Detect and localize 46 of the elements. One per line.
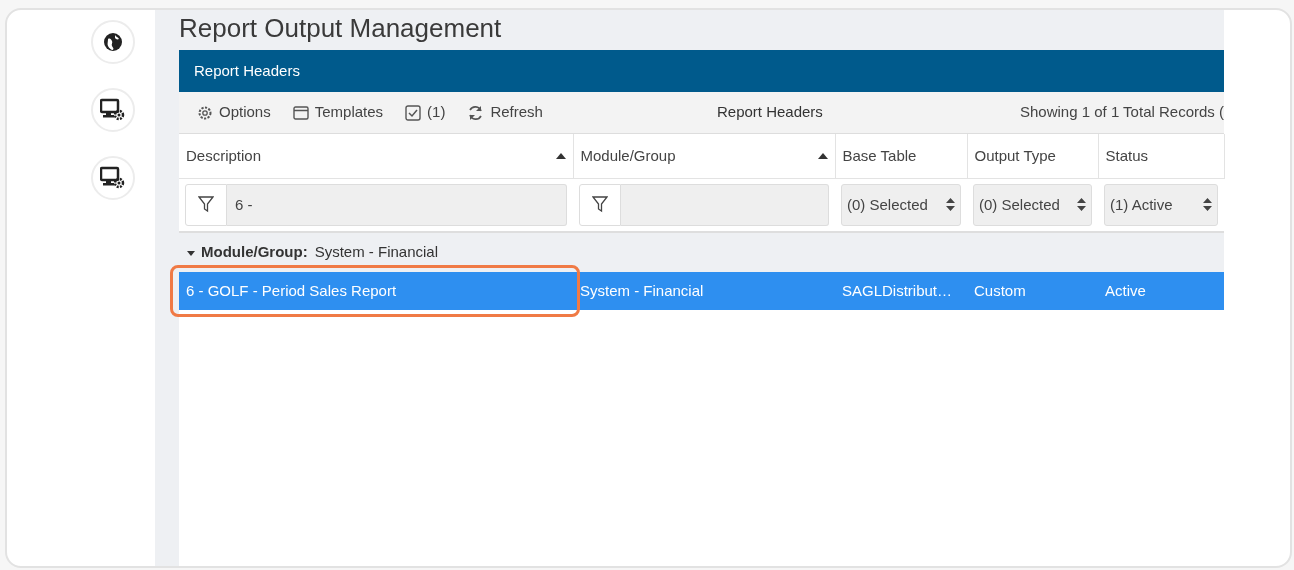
gear-icon xyxy=(197,104,213,121)
monitor-gear-button[interactable] xyxy=(91,156,135,200)
collapse-triangle-icon xyxy=(187,250,195,256)
window-button[interactable]: Templates xyxy=(286,101,390,124)
window-icon xyxy=(292,105,309,120)
filter-dropdown[interactable]: (0) Selected xyxy=(973,183,1092,226)
table-cell: Custom xyxy=(974,281,1026,299)
filter-icon xyxy=(592,196,608,214)
table-cell: Active xyxy=(1105,281,1146,299)
globe-icon xyxy=(102,31,124,53)
page-title: Report Output Management xyxy=(179,12,503,45)
column-header[interactable]: Status xyxy=(1098,134,1224,178)
column-header[interactable]: Base Table xyxy=(835,134,967,178)
sort-arrow-icon xyxy=(555,152,566,159)
group-label: Module/Group: xyxy=(201,243,308,261)
gear-button[interactable]: Options xyxy=(191,101,277,124)
column-header[interactable]: Output Type xyxy=(967,134,1098,178)
filter-button[interactable] xyxy=(185,183,227,226)
filter-icon xyxy=(198,196,214,214)
up-down-caret-icon xyxy=(1077,197,1086,213)
globe-button[interactable] xyxy=(91,20,135,64)
column-header[interactable]: Module/Group xyxy=(573,134,835,178)
group-row[interactable]: Module/Group: System - Financial xyxy=(179,232,1224,272)
up-down-caret-icon xyxy=(1203,197,1212,213)
record-count: Showing 1 of 1 Total Records ( xyxy=(1020,102,1224,123)
filter-field[interactable] xyxy=(621,183,829,226)
filter-dropdown[interactable]: (1) Active xyxy=(1104,183,1218,226)
monitor-gear-icon xyxy=(100,98,126,122)
checkbox-icon xyxy=(405,104,422,121)
selected-count-button[interactable]: (1) xyxy=(399,101,452,124)
up-down-caret-icon xyxy=(946,197,955,213)
table-cell: System - Financial xyxy=(580,281,704,299)
refresh-icon xyxy=(467,104,485,121)
sort-arrow-icon xyxy=(817,152,828,159)
refresh-button[interactable]: Refresh xyxy=(461,101,549,124)
column-header[interactable]: Description xyxy=(179,134,573,178)
table-cell: SAGLDistribut… xyxy=(842,281,953,299)
filter-button[interactable] xyxy=(579,183,621,226)
filter-dropdown[interactable]: (0) Selected xyxy=(841,183,961,226)
group-value: System - Financial xyxy=(314,243,439,261)
filter-field[interactable]: 6 - xyxy=(227,183,567,226)
table-cell: 6 - GOLF - Period Sales Report xyxy=(186,281,397,299)
panel-header: Report Headers xyxy=(179,50,1224,92)
monitor-gear-button[interactable] xyxy=(91,88,135,132)
grid-caption: Report Headers xyxy=(716,102,823,123)
monitor-gear-icon xyxy=(100,166,126,190)
